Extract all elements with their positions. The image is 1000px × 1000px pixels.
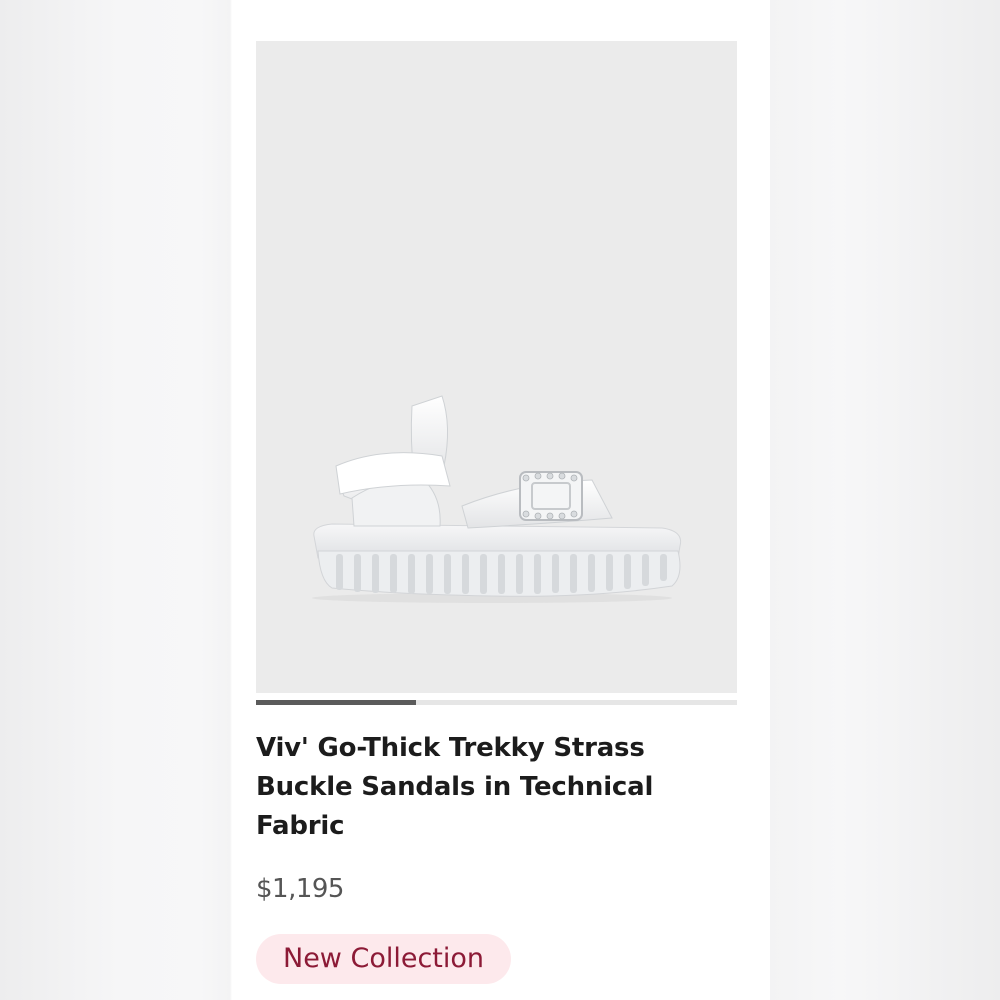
carousel-progress-fill [256, 700, 417, 705]
product-price: $1,195 [256, 874, 344, 904]
carousel-progress [256, 700, 737, 705]
product-title[interactable]: Viv' Go-Thick Trekky Strass Buckle Sanda… [256, 729, 726, 846]
product-card[interactable]: Viv' Go-Thick Trekky Strass Buckle Sanda… [232, 0, 770, 1000]
sandal-image [312, 395, 682, 603]
product-image[interactable] [256, 41, 737, 693]
new-collection-badge: New Collection [256, 934, 512, 984]
